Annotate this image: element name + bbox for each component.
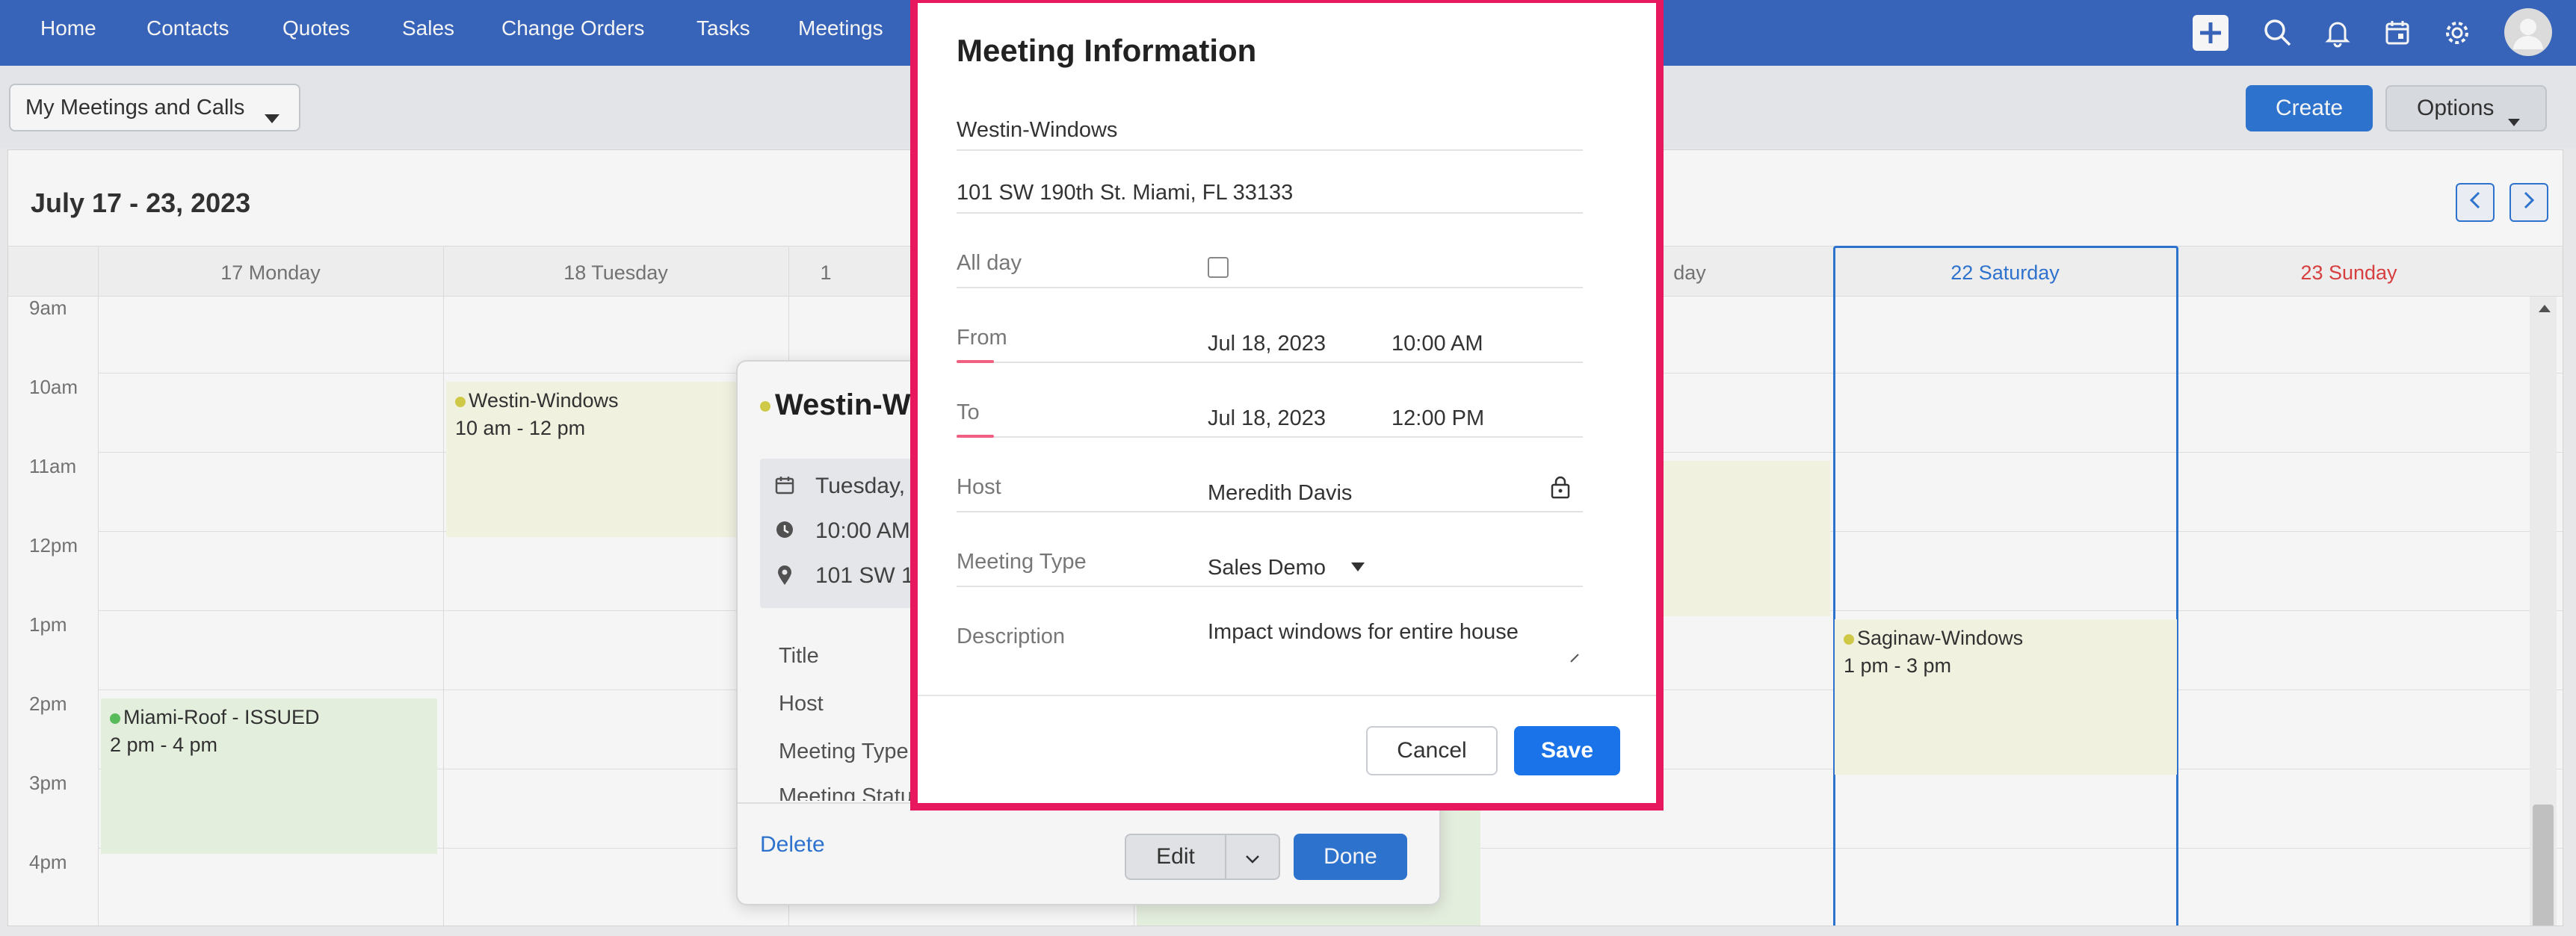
chevron-down-icon[interactable]	[1351, 562, 1365, 575]
resize-handle-icon[interactable]	[1569, 653, 1580, 667]
lock-icon	[1550, 475, 1571, 503]
location-field[interactable]: 101 SW 190th St. Miami, FL 33133	[957, 181, 1293, 205]
to-label: To	[957, 400, 980, 424]
field-underline	[957, 212, 1583, 214]
allday-label: All day	[957, 251, 1022, 275]
host-field[interactable]: Meredith Davis	[1208, 481, 1352, 506]
host-label: Host	[957, 475, 1001, 499]
meeting-title-field[interactable]: Westin-Windows	[957, 118, 1117, 143]
field-underline	[957, 362, 1583, 363]
divider	[918, 695, 1656, 696]
field-underline	[957, 586, 1583, 587]
meeting-information-modal: Meeting Information Westin-Windows 101 S…	[910, 0, 1664, 811]
description-textarea[interactable]: Impact windows for entire house	[1208, 620, 1519, 645]
allday-checkbox[interactable]	[1208, 257, 1229, 278]
modal-title: Meeting Information	[957, 33, 1257, 68]
meeting-type-label: Meeting Type	[957, 550, 1087, 574]
required-field-indicator	[957, 435, 994, 438]
field-underline	[957, 436, 1583, 438]
meeting-type-select[interactable]: Sales Demo	[1208, 556, 1326, 580]
to-date-field[interactable]: Jul 18, 2023	[1208, 406, 1326, 431]
description-label: Description	[957, 624, 1066, 648]
from-label: From	[957, 326, 1007, 350]
field-underline	[957, 511, 1583, 512]
field-underline	[957, 287, 1583, 288]
required-field-indicator	[957, 360, 994, 363]
save-button[interactable]: Save	[1514, 726, 1620, 775]
from-time-field[interactable]: 10:00 AM	[1392, 332, 1483, 356]
from-date-field[interactable]: Jul 18, 2023	[1208, 332, 1326, 356]
field-underline	[957, 149, 1583, 151]
cancel-button[interactable]: Cancel	[1366, 726, 1498, 775]
to-time-field[interactable]: 12:00 PM	[1392, 406, 1484, 431]
